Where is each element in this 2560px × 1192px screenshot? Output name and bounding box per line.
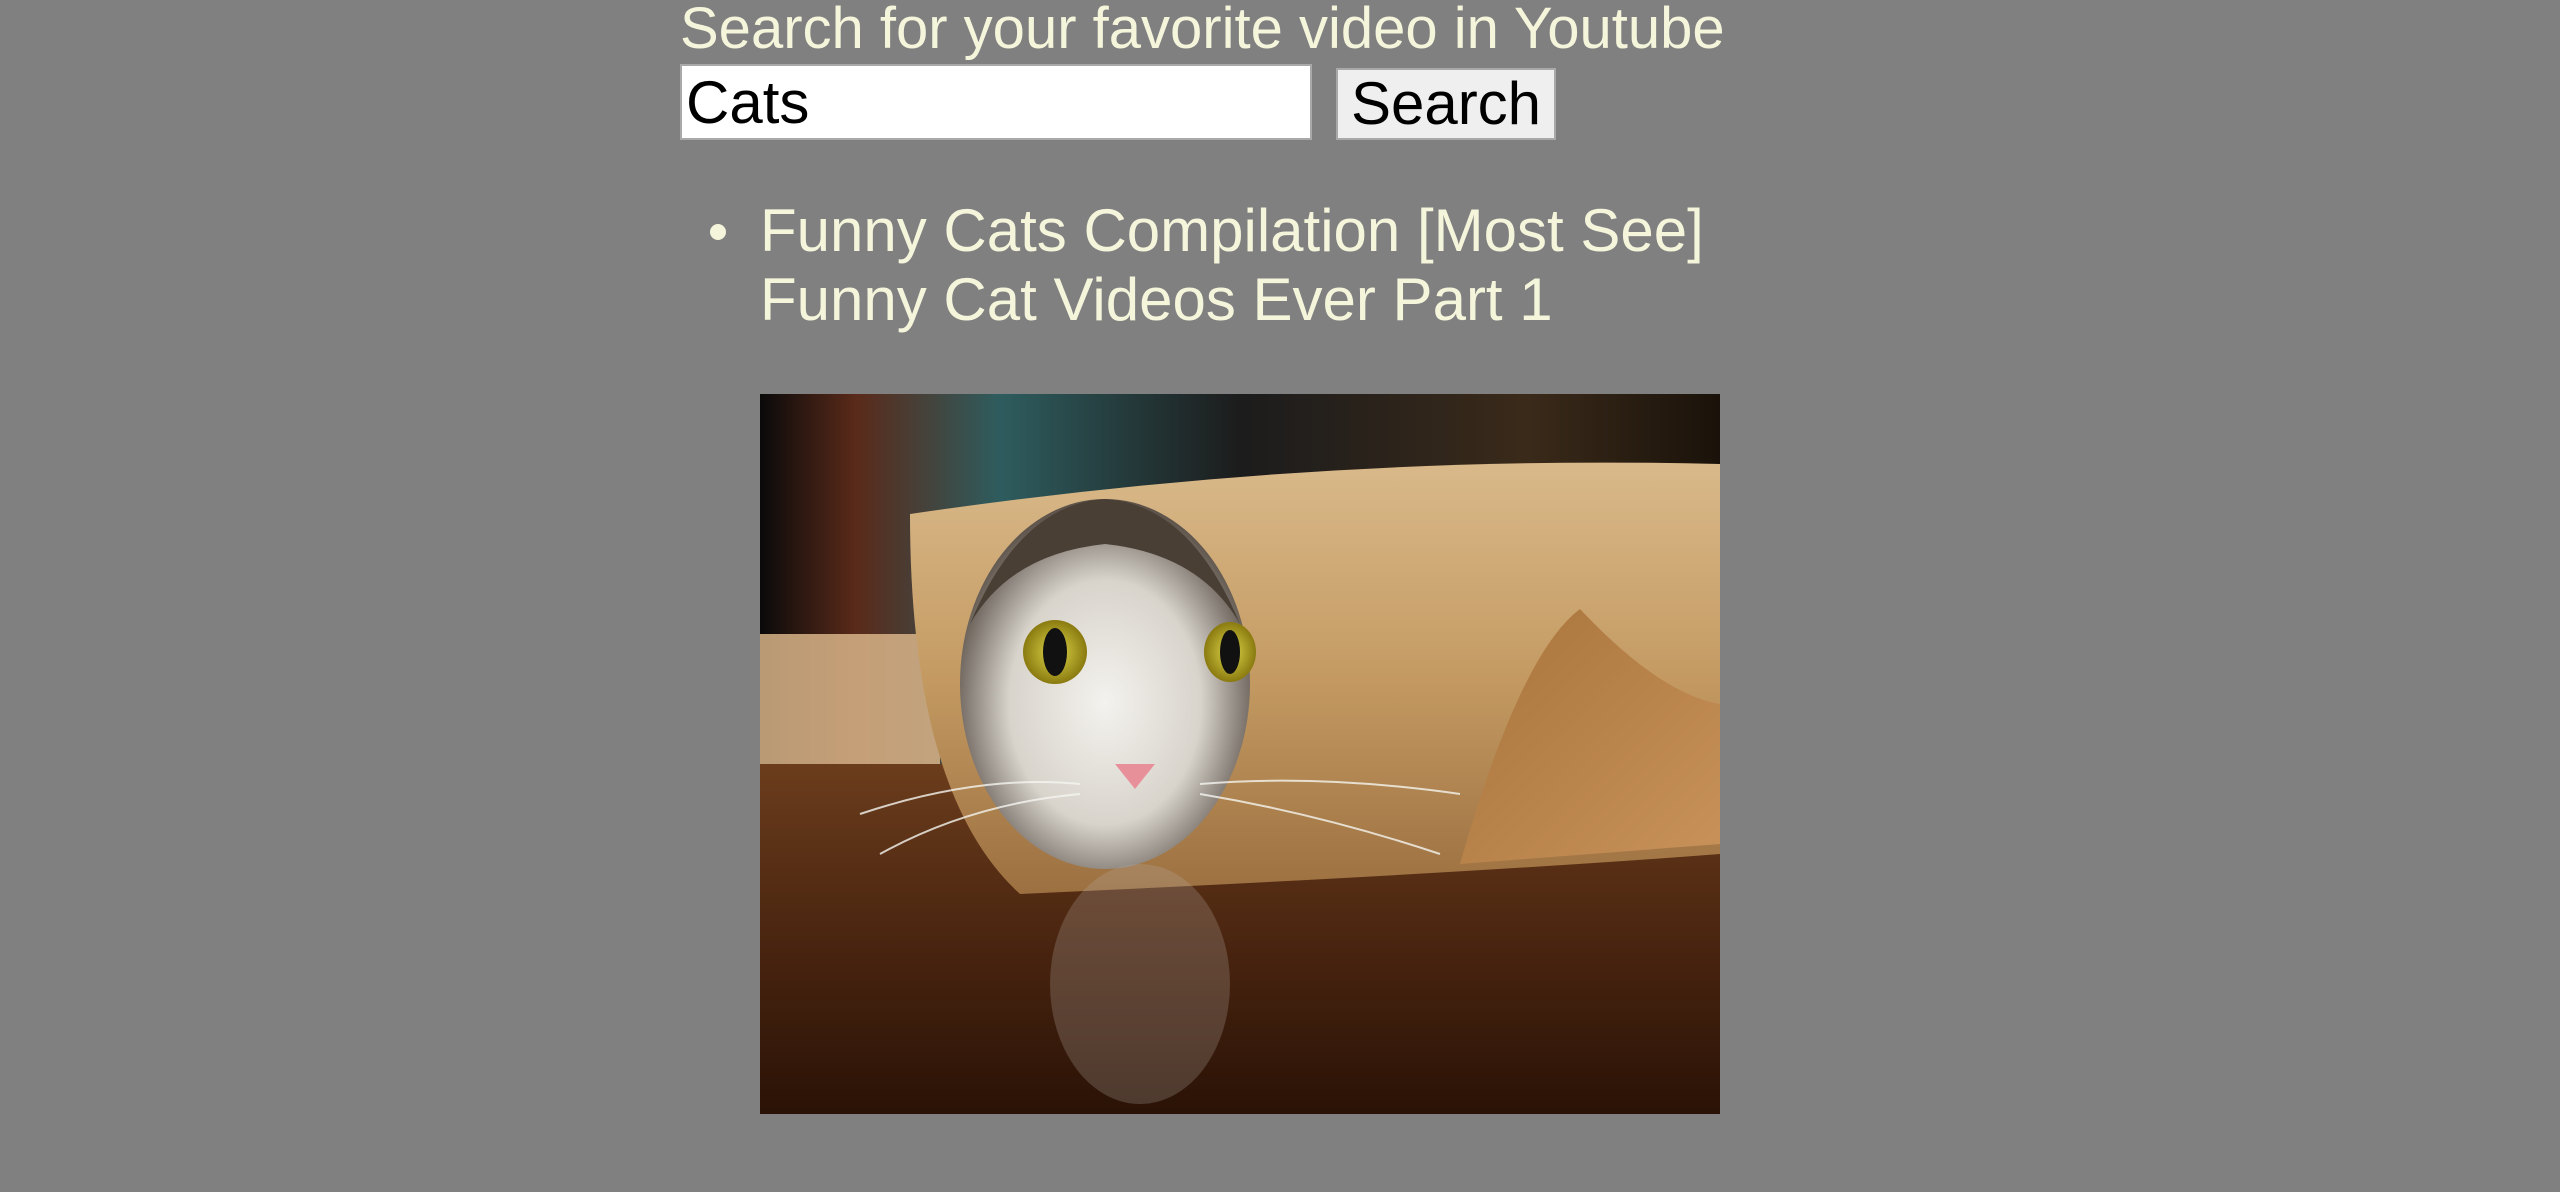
- search-input[interactable]: [680, 64, 1312, 140]
- list-item: Funny Cats Compilation [Most See] Funny …: [680, 196, 1780, 1114]
- video-thumbnail[interactable]: [760, 394, 1720, 1114]
- bullet-icon: [710, 224, 726, 240]
- page-title: Search for your favorite video in Youtub…: [680, 0, 1725, 61]
- cat-thumbnail-image: [760, 394, 1720, 1114]
- results-list: Funny Cats Compilation [Most See] Funny …: [680, 196, 1780, 1114]
- video-title-link[interactable]: Funny Cats Compilation [Most See] Funny …: [760, 196, 1720, 334]
- page: Search for your favorite video in Youtub…: [0, 0, 2560, 1192]
- search-button[interactable]: Search: [1336, 68, 1556, 140]
